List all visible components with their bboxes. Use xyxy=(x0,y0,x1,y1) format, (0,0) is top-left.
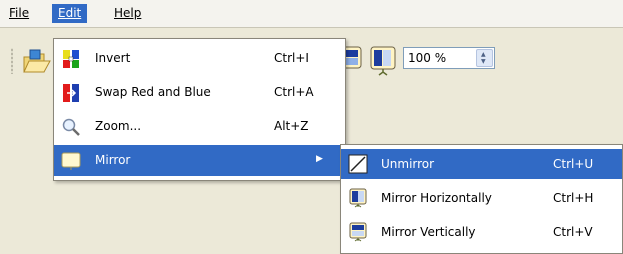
menu-edit-label: Edit xyxy=(58,6,82,20)
open-icon[interactable] xyxy=(22,48,52,79)
zoom-spinner-buttons[interactable]: ▲ ▼ xyxy=(476,49,493,67)
menu-edit[interactable]: Edit xyxy=(52,4,88,23)
submenu-arrow-icon: ▶ xyxy=(316,154,323,164)
menu-help-label: Help xyxy=(114,6,142,20)
submenu-item-mirror-vertically[interactable]: Mirror Vertically Ctrl+V xyxy=(341,217,622,247)
menu-item-shortcut: Alt+Z xyxy=(274,119,309,133)
menu-bar: File Edit Help xyxy=(0,0,623,28)
submenu-item-shortcut: Ctrl+H xyxy=(553,191,594,205)
mirror-vertical-icon xyxy=(349,222,367,242)
zoom-value[interactable]: 100 % xyxy=(408,51,446,65)
zoom-spinbox[interactable]: 100 % ▲ ▼ xyxy=(403,47,495,69)
submenu-item-unmirror[interactable]: Unmirror Ctrl+U xyxy=(341,149,622,179)
spin-down-icon[interactable]: ▼ xyxy=(481,58,486,65)
menu-item-swap-red-blue[interactable]: Swap Red and Blue Ctrl+A xyxy=(54,77,345,108)
menu-item-zoom[interactable]: Zoom... Alt+Z xyxy=(54,111,345,142)
edit-menu: Invert Ctrl+I Swap Red and Blue Ctrl+A Z… xyxy=(53,38,346,181)
submenu-item-label: Unmirror xyxy=(381,157,435,171)
mirror-horizontal-icon[interactable] xyxy=(368,46,398,79)
menu-item-label: Swap Red and Blue xyxy=(95,85,211,99)
toolbar-grip[interactable] xyxy=(11,48,13,74)
menu-item-shortcut: Ctrl+A xyxy=(274,85,314,99)
swap-red-blue-icon xyxy=(63,84,79,102)
submenu-item-label: Mirror Vertically xyxy=(381,225,476,239)
menu-help[interactable]: Help xyxy=(108,4,147,23)
menu-item-mirror[interactable]: Mirror ▶ xyxy=(54,145,345,176)
submenu-item-shortcut: Ctrl+V xyxy=(553,225,593,239)
menu-item-label: Invert xyxy=(95,51,131,65)
unmirror-icon xyxy=(348,154,368,174)
menu-file-label: File xyxy=(9,6,30,20)
submenu-item-shortcut: Ctrl+U xyxy=(553,157,594,171)
menu-item-label: Zoom... xyxy=(95,119,142,133)
mirror-horizontal-icon xyxy=(349,188,367,208)
menu-item-invert[interactable]: Invert Ctrl+I xyxy=(54,43,345,74)
menu-item-label: Mirror xyxy=(95,153,131,167)
menu-item-shortcut: Ctrl+I xyxy=(274,51,309,65)
mirror-submenu: Unmirror Ctrl+U Mirror Horizontally Ctrl… xyxy=(340,144,623,254)
submenu-item-label: Mirror Horizontally xyxy=(381,191,492,205)
spin-up-icon[interactable]: ▲ xyxy=(481,51,486,58)
invert-icon xyxy=(63,50,79,68)
mirror-icon xyxy=(61,152,81,170)
menu-file[interactable]: File xyxy=(3,4,35,23)
magnifier-icon xyxy=(62,118,80,136)
submenu-item-mirror-horizontally[interactable]: Mirror Horizontally Ctrl+H xyxy=(341,183,622,213)
